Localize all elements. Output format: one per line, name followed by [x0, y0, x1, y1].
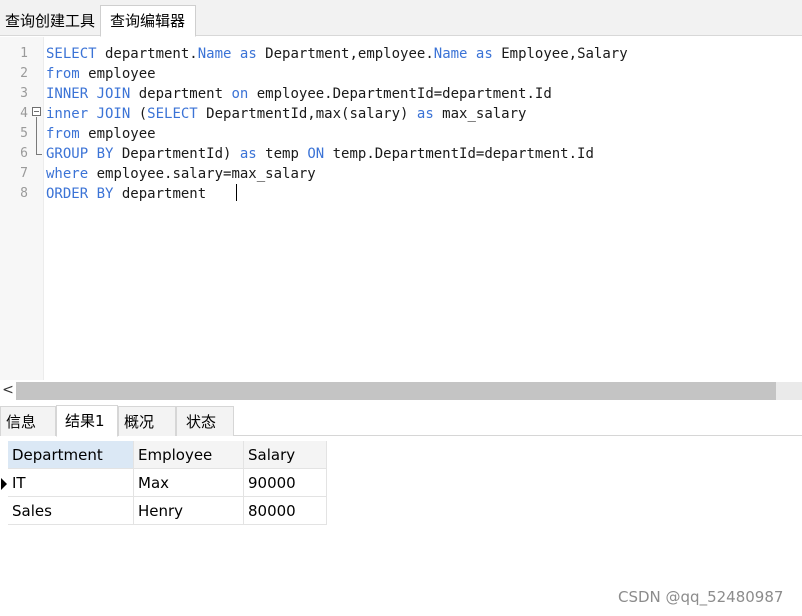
scroll-left-arrow-icon[interactable]: < — [0, 380, 16, 402]
table-cell[interactable]: IT — [8, 469, 134, 497]
line-number: 4 — [20, 106, 28, 121]
editor-tab-bar: 查询创建工具 查询编辑器 — [0, 0, 802, 37]
code-line[interactable]: where employee.salary=max_salary — [46, 164, 316, 184]
line-number: 2 — [20, 66, 28, 81]
fold-range-end — [36, 154, 42, 155]
sql-keyword: from — [46, 66, 80, 82]
sql-keyword: as — [239, 146, 257, 162]
sql-text: temp.DepartmentId=department.Id — [324, 146, 594, 162]
sql-text: department. — [96, 46, 198, 62]
sql-keyword: Name — [197, 46, 232, 62]
sql-keyword: ORDER BY — [46, 186, 114, 202]
table-cell[interactable]: 90000 — [244, 469, 327, 497]
code-line[interactable]: inner JOIN (SELECT DepartmentId,max(sala… — [46, 104, 526, 124]
sql-keyword: as — [416, 106, 434, 122]
watermark: CSDN @qq_52480987 — [618, 588, 784, 606]
line-number: 1 — [20, 46, 28, 61]
sql-keyword: as — [475, 46, 493, 62]
sql-text: employee — [79, 126, 156, 142]
sql-text: department — [130, 86, 232, 102]
line-number: 8 — [20, 186, 28, 201]
text-caret — [236, 184, 237, 201]
code-line[interactable]: GROUP BY DepartmentId) as temp ON temp.D… — [46, 144, 594, 164]
table-cell[interactable]: 80000 — [244, 497, 327, 525]
scroll-thumb[interactable] — [16, 382, 776, 400]
sql-text: DepartmentId) — [113, 146, 240, 162]
sql-keyword: ON — [307, 146, 325, 162]
sql-keyword: SELECT — [46, 46, 97, 62]
sql-text: temp — [256, 146, 308, 162]
sql-keyword: as — [239, 46, 257, 62]
line-number: 6 — [20, 146, 28, 161]
sql-text: Employee,Salary — [492, 46, 628, 62]
tab-query-editor[interactable]: 查询编辑器 — [100, 5, 196, 37]
tab-overview[interactable]: 概况 — [118, 406, 176, 436]
code-line[interactable]: INNER JOIN department on employee.Depart… — [46, 84, 552, 104]
tab-info[interactable]: 信息 — [0, 406, 56, 436]
column-header-employee[interactable]: Employee — [134, 441, 244, 469]
sql-keyword: INNER JOIN — [46, 86, 131, 102]
line-number-gutter: 1 2 3 4 5 6 7 8 — [0, 37, 44, 380]
sql-keyword: GROUP BY — [46, 146, 114, 162]
sql-keyword: inner JOIN — [46, 106, 131, 122]
sql-editor[interactable]: 1 2 3 4 5 6 7 8 SELECT department.Name a… — [0, 37, 802, 380]
column-header-salary[interactable]: Salary — [244, 441, 327, 469]
line-number: 7 — [20, 166, 28, 181]
sql-text: employee.salary=max_salary — [88, 166, 316, 182]
tab-status[interactable]: 状态 — [176, 406, 234, 436]
code-line[interactable]: ORDER BY department — [46, 184, 206, 204]
result-tab-bar: 信息 结果1 概况 状态 — [0, 404, 802, 437]
sql-text: department — [113, 186, 207, 202]
sql-text: max_salary — [433, 106, 527, 122]
sql-text: Department,employee. — [256, 46, 434, 62]
table-cell[interactable]: Sales — [8, 497, 134, 525]
scroll-track[interactable] — [776, 382, 802, 400]
code-line[interactable]: SELECT department.Name as Department,emp… — [46, 44, 628, 64]
sql-keyword: Name — [433, 46, 468, 62]
code-line[interactable]: from employee — [46, 64, 156, 84]
sql-text: ( — [130, 106, 148, 122]
tab-query-builder[interactable]: 查询创建工具 — [0, 6, 100, 36]
sql-text: employee — [79, 66, 156, 82]
sql-keyword: from — [46, 126, 80, 142]
fold-toggle-icon[interactable] — [32, 107, 41, 116]
code-line[interactable]: from employee — [46, 124, 156, 144]
current-row-indicator-icon — [1, 478, 7, 490]
tab-result1[interactable]: 结果1 — [56, 405, 118, 437]
sql-keyword: where — [46, 166, 89, 182]
sql-keyword: on — [231, 86, 249, 102]
sql-text: employee.DepartmentId=department.Id — [248, 86, 552, 102]
line-number: 3 — [20, 86, 28, 101]
sql-keyword: SELECT — [147, 106, 198, 122]
line-number: 5 — [20, 126, 28, 141]
sql-text: DepartmentId,max(salary) — [197, 106, 417, 122]
table-cell[interactable]: Max — [134, 469, 244, 497]
table-cell[interactable]: Henry — [134, 497, 244, 525]
fold-range-line — [36, 117, 37, 155]
column-header-department[interactable]: Department — [8, 441, 134, 469]
horizontal-scrollbar[interactable]: < — [0, 380, 802, 402]
